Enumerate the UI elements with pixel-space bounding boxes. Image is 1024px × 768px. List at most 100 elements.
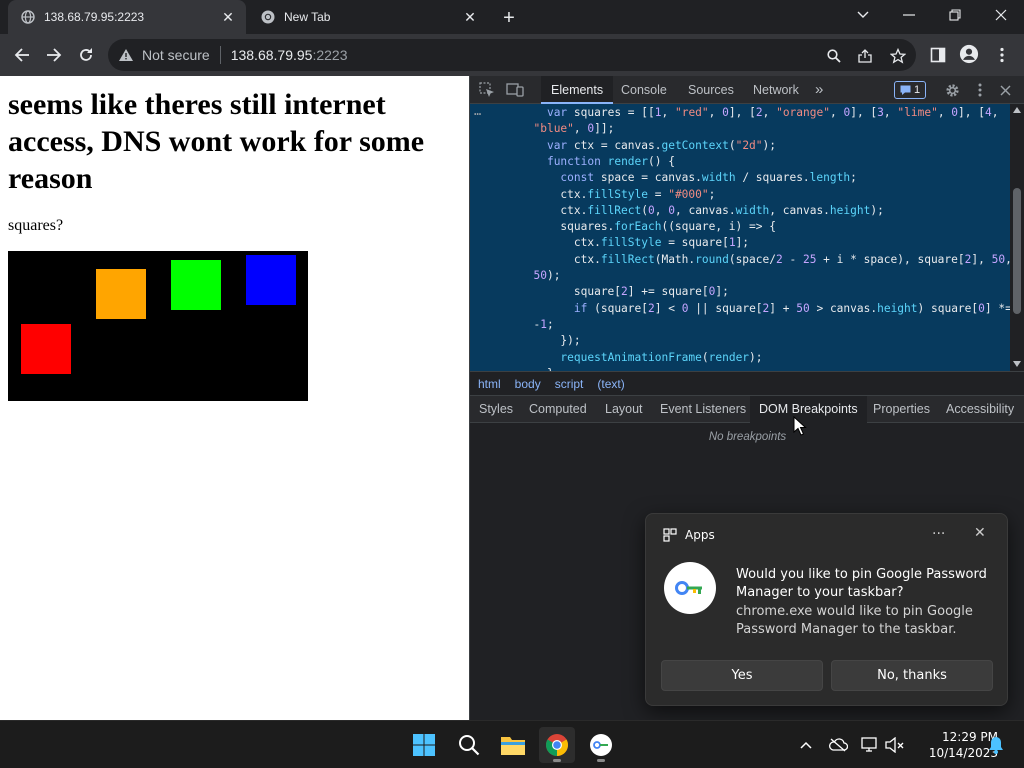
new-tab-icon[interactable]: + (498, 7, 520, 29)
code-line: var ctx = canvas.getContext("2d"); (546, 138, 777, 152)
mouse-cursor-icon (793, 416, 807, 436)
notification-bell-icon[interactable] (986, 735, 1006, 755)
devtools-tab-bar: Elements Console Sources Network » 1 (470, 76, 1024, 104)
code-line: requestAnimationFrame(render); (560, 350, 763, 364)
more-options-icon[interactable]: ··· (932, 526, 945, 542)
scroll-down-icon[interactable] (1013, 361, 1021, 367)
tab-computed[interactable]: Computed (520, 396, 596, 423)
cloud-offline-icon[interactable] (828, 735, 848, 755)
search-icon[interactable] (825, 47, 843, 65)
yes-button[interactable]: Yes (661, 660, 823, 691)
notification-app-name: Apps (685, 528, 715, 542)
security-label[interactable]: Not secure (142, 47, 210, 63)
code-line: ctx.fillRect(0, 0, canvas.width, canvas.… (520, 203, 884, 217)
show-hidden-icons-icon[interactable] (796, 735, 816, 755)
code-editor[interactable]: … var squares = [[1, "red", 0], [2, "ora… (470, 104, 1024, 371)
code-scrollbar[interactable] (1010, 104, 1024, 371)
squares-label: squares? (8, 217, 64, 234)
bookmark-star-icon[interactable] (889, 47, 907, 65)
breadcrumb-text[interactable]: (text) (597, 377, 624, 391)
menu-icon[interactable] (992, 45, 1012, 65)
more-tabs-icon[interactable]: » (805, 76, 833, 104)
divider (219, 46, 221, 64)
close-tab-icon[interactable]: ✕ (220, 9, 236, 25)
tab-sources[interactable]: Sources (678, 76, 744, 104)
issues-count: 1 (913, 84, 921, 96)
breadcrumb-body[interactable]: body (515, 377, 541, 391)
start-windows-icon[interactable] (406, 727, 442, 763)
tab-properties[interactable]: Properties (864, 396, 939, 423)
apps-icon (663, 528, 677, 542)
tab-dom-breakpoints[interactable]: DOM Breakpoints (750, 396, 867, 423)
tab-strip: 138.68.79.95:2223 ✕ New Tab ✕ + (0, 0, 1024, 34)
ellipsis-icon[interactable]: … (474, 104, 481, 118)
close-window-icon[interactable] (978, 0, 1024, 30)
globe-icon (20, 9, 36, 25)
tab-styles[interactable]: Styles (470, 396, 522, 423)
side-panel-icon[interactable] (928, 45, 948, 65)
tab-accessibility[interactable]: Accessibility (937, 396, 1023, 423)
sidebar-tab-bar: Styles Computed Layout Event Listeners D… (470, 396, 1024, 423)
square-red (21, 324, 71, 374)
pin-notification: Apps ··· ✕ Would you like to pin Google … (645, 513, 1008, 706)
url-host: 138.68.79.95 (230, 47, 313, 63)
breadcrumb: html body script (text) (470, 371, 1024, 396)
reload-icon[interactable] (74, 43, 98, 67)
tab-title: 138.68.79.95:2223 (44, 10, 145, 24)
devtools-menu-icon[interactable] (971, 81, 989, 99)
code-line: "blue", 0]]; (533, 122, 615, 136)
chrome-icon (260, 9, 276, 25)
message-icon (900, 85, 911, 95)
profile-icon[interactable] (959, 44, 979, 64)
tab-console[interactable]: Console (611, 76, 677, 104)
settings-gear-icon[interactable] (943, 81, 961, 99)
code-line: squares.forEach((square, i) => { (520, 220, 776, 234)
tab-title: New Tab (284, 10, 331, 24)
address-bar[interactable]: Not secure 138.68.79.95:2223 (108, 39, 916, 71)
forward-icon[interactable] (42, 43, 66, 67)
scroll-up-icon[interactable] (1013, 107, 1021, 113)
url-port: :2223 (312, 47, 348, 63)
file-explorer-icon[interactable] (495, 727, 531, 763)
page-heading: seems like theres still internet access,… (8, 88, 425, 195)
running-indicator (553, 759, 561, 762)
device-toolbar-icon[interactable] (506, 81, 524, 99)
network-icon[interactable] (860, 735, 880, 755)
code-line: -1; (520, 317, 554, 331)
volume-muted-icon[interactable] (885, 735, 905, 755)
inspect-element-icon[interactable] (478, 81, 496, 99)
scrollbar-thumb[interactable] (1013, 188, 1021, 314)
close-notification-icon[interactable]: ✕ (974, 525, 986, 541)
password-manager-taskbar-icon[interactable] (583, 727, 619, 763)
squares-canvas (8, 251, 308, 401)
code-line: var squares = [[1, "red", 0], [2, "orang… (546, 106, 999, 119)
warning-icon[interactable] (118, 47, 134, 63)
tab-event-listeners[interactable]: Event Listeners (651, 396, 755, 423)
breadcrumb-script[interactable]: script (555, 377, 584, 391)
code-line: square[2] += square[0]; (520, 285, 729, 299)
search-icon[interactable] (451, 727, 487, 763)
breadcrumb-html[interactable]: html (478, 377, 501, 391)
share-icon[interactable] (857, 47, 875, 65)
tab-active[interactable]: 138.68.79.95:2223 ✕ (8, 0, 246, 34)
tab-new-tab[interactable]: New Tab ✕ (248, 0, 488, 34)
tab-layout[interactable]: Layout (596, 396, 652, 423)
chrome-taskbar-icon[interactable] (539, 727, 575, 763)
notification-headline: Would you like to pin Google Password Ma… (736, 567, 987, 600)
minimize-icon[interactable] (886, 0, 932, 30)
toolbar: Not secure 138.68.79.95:2223 (0, 34, 1024, 76)
close-devtools-icon[interactable] (996, 81, 1014, 99)
code-line: if (square[2] < 0 || square[2] + 50 > ca… (573, 301, 1012, 315)
issues-badge[interactable]: 1 (894, 81, 926, 99)
code-line: function render() { (546, 154, 675, 168)
code-line: const space = canvas.width / squares.len… (560, 171, 857, 185)
no-thanks-button[interactable]: No, thanks (831, 660, 993, 691)
tab-search-icon[interactable] (840, 0, 886, 30)
back-icon[interactable] (10, 43, 34, 67)
notification-body: chrome.exe would like to pin Google Pass… (736, 604, 973, 637)
restore-icon[interactable] (932, 0, 978, 30)
taskbar: 12:29 PM 10/14/2023 (0, 720, 1024, 768)
tab-elements[interactable]: Elements (541, 76, 614, 104)
tab-network[interactable]: Network (743, 76, 809, 104)
close-tab-icon[interactable]: ✕ (462, 9, 478, 25)
